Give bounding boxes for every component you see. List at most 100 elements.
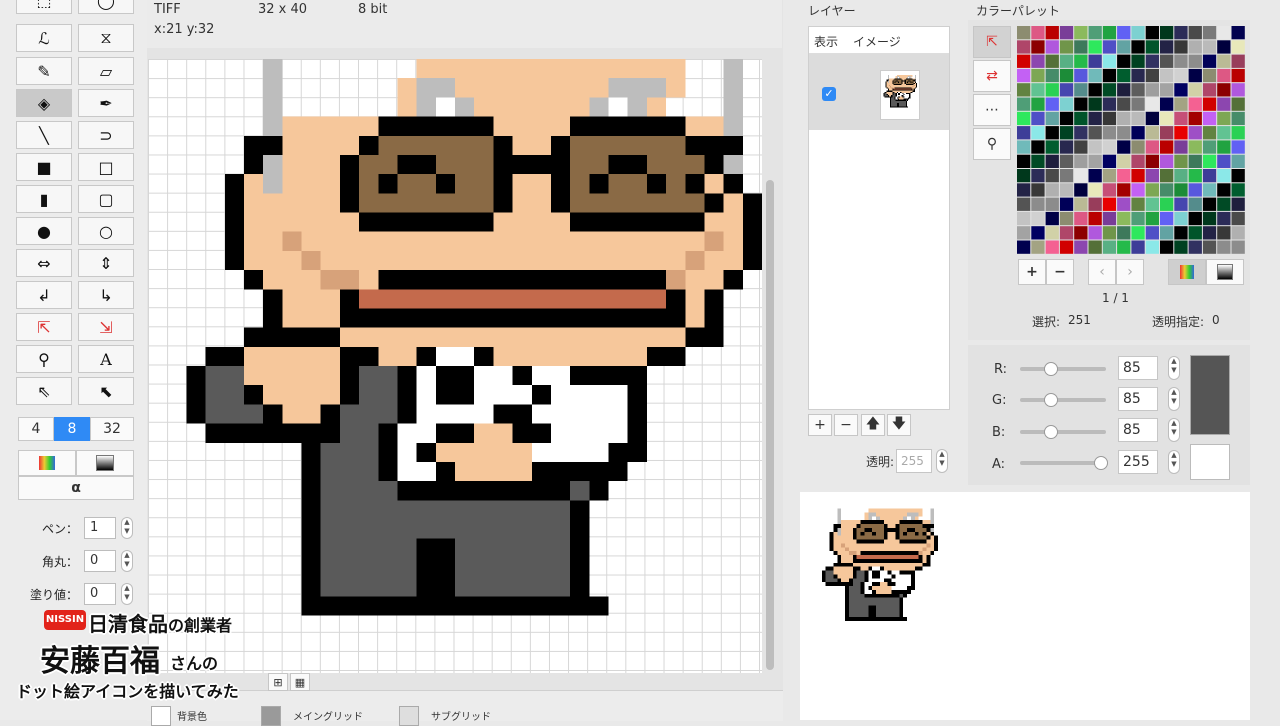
subgrid-icon: ▦ [294, 675, 306, 689]
b-field[interactable]: 85 [1118, 418, 1158, 442]
filled-ellipse-tool[interactable]: ● [16, 217, 72, 245]
fill-stepper[interactable]: ▲ ▼ [121, 583, 133, 605]
image-info-bar: TIFF 32 x 40 8 bit x:21 y:32 [147, 0, 782, 48]
rect-select-tool[interactable]: ⬚ [16, 0, 72, 14]
b-slider[interactable] [1020, 425, 1106, 439]
layer-header: 表示 イメージ [809, 27, 949, 54]
ellipse-tool[interactable]: ○ [78, 217, 134, 245]
vertical-scrollbar[interactable] [766, 180, 774, 670]
b-slider-knob[interactable] [1044, 425, 1058, 439]
rotate-left-icon: ↲ [37, 285, 51, 305]
g-slider-knob[interactable] [1044, 393, 1058, 407]
grid-toggle-button[interactable]: ⊞ [268, 673, 288, 691]
eyedropper-tool[interactable]: ✒ [78, 89, 134, 117]
b-stepper[interactable]: ▲ ▼ [1168, 418, 1180, 442]
a-label: A: [992, 457, 1006, 472]
a-slider[interactable] [1020, 456, 1108, 470]
layer-visible-checkbox[interactable]: ✓ [822, 87, 836, 101]
pen-label: ペン： [42, 522, 79, 536]
remove-layer-button[interactable]: − [834, 414, 858, 436]
rotate-left-tool[interactable]: ↲ [16, 281, 72, 309]
palette-pick-tool[interactable]: ⇱ [973, 26, 1011, 58]
line-tool[interactable]: ╲ [16, 121, 72, 149]
layer-opacity-field[interactable]: 255 [896, 449, 932, 473]
r-slider[interactable] [1020, 362, 1106, 376]
layer-row[interactable]: ✓ [809, 54, 949, 130]
rgba-panel: R: 85 ▲ ▼ G: 85 ▲ ▼ B: 85 ▲ ▼ A: 255 ▲ ▼ [968, 345, 1250, 485]
fill-tool[interactable]: ◈ [16, 89, 72, 117]
filled-rect-tool[interactable]: ■ [16, 153, 72, 181]
pen-stepper[interactable]: ▲ ▼ [121, 517, 133, 539]
grayscale-mode-button[interactable] [76, 450, 134, 476]
filled-arrow-icon: ⬉ [99, 381, 113, 401]
subgrid-toggle-button[interactable]: ▦ [290, 673, 310, 691]
gradient-mode-button[interactable] [18, 450, 76, 476]
arrow-icon: ⇖ [37, 381, 51, 401]
fill-value-field[interactable]: 0 [84, 583, 116, 605]
r-stepper[interactable]: ▲ ▼ [1168, 356, 1180, 380]
flip-horizontal-tool[interactable]: ⇔ [16, 249, 72, 277]
pen-size-field[interactable]: 1 [84, 517, 116, 539]
swap-color-tool[interactable]: ⇱ [16, 313, 72, 341]
text-tool[interactable]: A [78, 345, 134, 373]
palette-color-mode-button[interactable] [1168, 259, 1206, 285]
paint-bucket-icon: ◈ [37, 93, 51, 113]
sub-grid-swatch[interactable] [399, 706, 419, 726]
palette-prev-button[interactable]: ‹ [1088, 259, 1116, 285]
a-field[interactable]: 255 [1118, 450, 1158, 474]
ellipse-icon: ○ [99, 221, 113, 241]
pixel-canvas[interactable] [148, 59, 762, 673]
palette-gray-mode-button[interactable] [1206, 259, 1244, 285]
palette-add-button[interactable]: + [1018, 259, 1046, 285]
flip-vertical-tool[interactable]: ⇕ [78, 249, 134, 277]
g-slider[interactable] [1020, 393, 1106, 407]
palette-sort-tool[interactable]: ⋯ [973, 94, 1011, 126]
arrow-tool[interactable]: ⇖ [16, 377, 72, 405]
pencil-tool[interactable]: ✎ [16, 57, 72, 85]
a-slider-knob[interactable] [1094, 456, 1108, 470]
add-layer-button[interactable]: + [808, 414, 832, 436]
alpha-mode-button[interactable]: α [18, 476, 134, 500]
palette-remove-button[interactable]: − [1046, 259, 1074, 285]
rect-tool[interactable]: □ [78, 153, 134, 181]
size-4-button[interactable]: 4 [18, 417, 54, 441]
roundrect-tool[interactable]: ▢ [78, 185, 134, 213]
g-stepper[interactable]: ▲ ▼ [1168, 387, 1180, 411]
background-color-swatch[interactable] [151, 706, 171, 726]
replace-color-tool[interactable]: ⇲ [78, 313, 134, 341]
palette-next-button[interactable]: › [1116, 259, 1144, 285]
palette-page-indicator: 1 / 1 [1102, 291, 1129, 305]
g-field[interactable]: 85 [1118, 387, 1158, 411]
size-8-button[interactable]: 8 [54, 417, 90, 441]
plus-icon: + [1026, 264, 1038, 280]
rect-select-icon: ⬚ [36, 0, 52, 10]
layer-opacity-stepper[interactable]: ▲ ▼ [936, 449, 948, 473]
round-field[interactable]: 0 [84, 550, 116, 572]
caption-company: 日清食品 [88, 612, 168, 636]
palette-search-tool[interactable]: ⚲ [973, 128, 1011, 160]
lasso-tool[interactable]: ℒ [16, 24, 72, 52]
palette-replace-tool[interactable]: ⇄ [973, 60, 1011, 92]
eraser-tool[interactable]: ▱ [78, 57, 134, 85]
line-icon: ╲ [39, 125, 49, 145]
filled-roundrect-tool[interactable]: ▮ [16, 185, 72, 213]
replace-color-icon: ⇄ [986, 68, 998, 84]
layer-down-button[interactable]: 🡇 [887, 414, 911, 436]
r-slider-knob[interactable] [1044, 362, 1058, 376]
rotate-right-tool[interactable]: ↳ [78, 281, 134, 309]
filled-arrow-tool[interactable]: ⬉ [78, 377, 134, 405]
curve-tool[interactable]: ⊃ [78, 121, 134, 149]
main-grid-swatch[interactable] [261, 706, 281, 726]
lasso-icon: ℒ [38, 28, 50, 48]
color-palette-grid[interactable] [1017, 26, 1247, 256]
magic-select-tool[interactable]: ⧖ [78, 24, 134, 52]
r-field[interactable]: 85 [1118, 356, 1158, 380]
size-32-button[interactable]: 32 [90, 417, 134, 441]
zoom-tool[interactable]: ⚲ [16, 345, 72, 373]
round-stepper[interactable]: ▲ ▼ [121, 550, 133, 572]
layer-up-button[interactable]: 🡅 [861, 414, 885, 436]
bottom-bar: 背景色 メイングリッド サブグリッド [147, 690, 783, 726]
palette-panel: ⇱ ⇄ ⋯ ⚲ + − ‹ › 1 / 1 選択: 251 透明指定: 0 [968, 20, 1250, 340]
ellipse-select-tool[interactable]: ◯ [78, 0, 134, 14]
a-stepper[interactable]: ▲ ▼ [1168, 450, 1180, 474]
